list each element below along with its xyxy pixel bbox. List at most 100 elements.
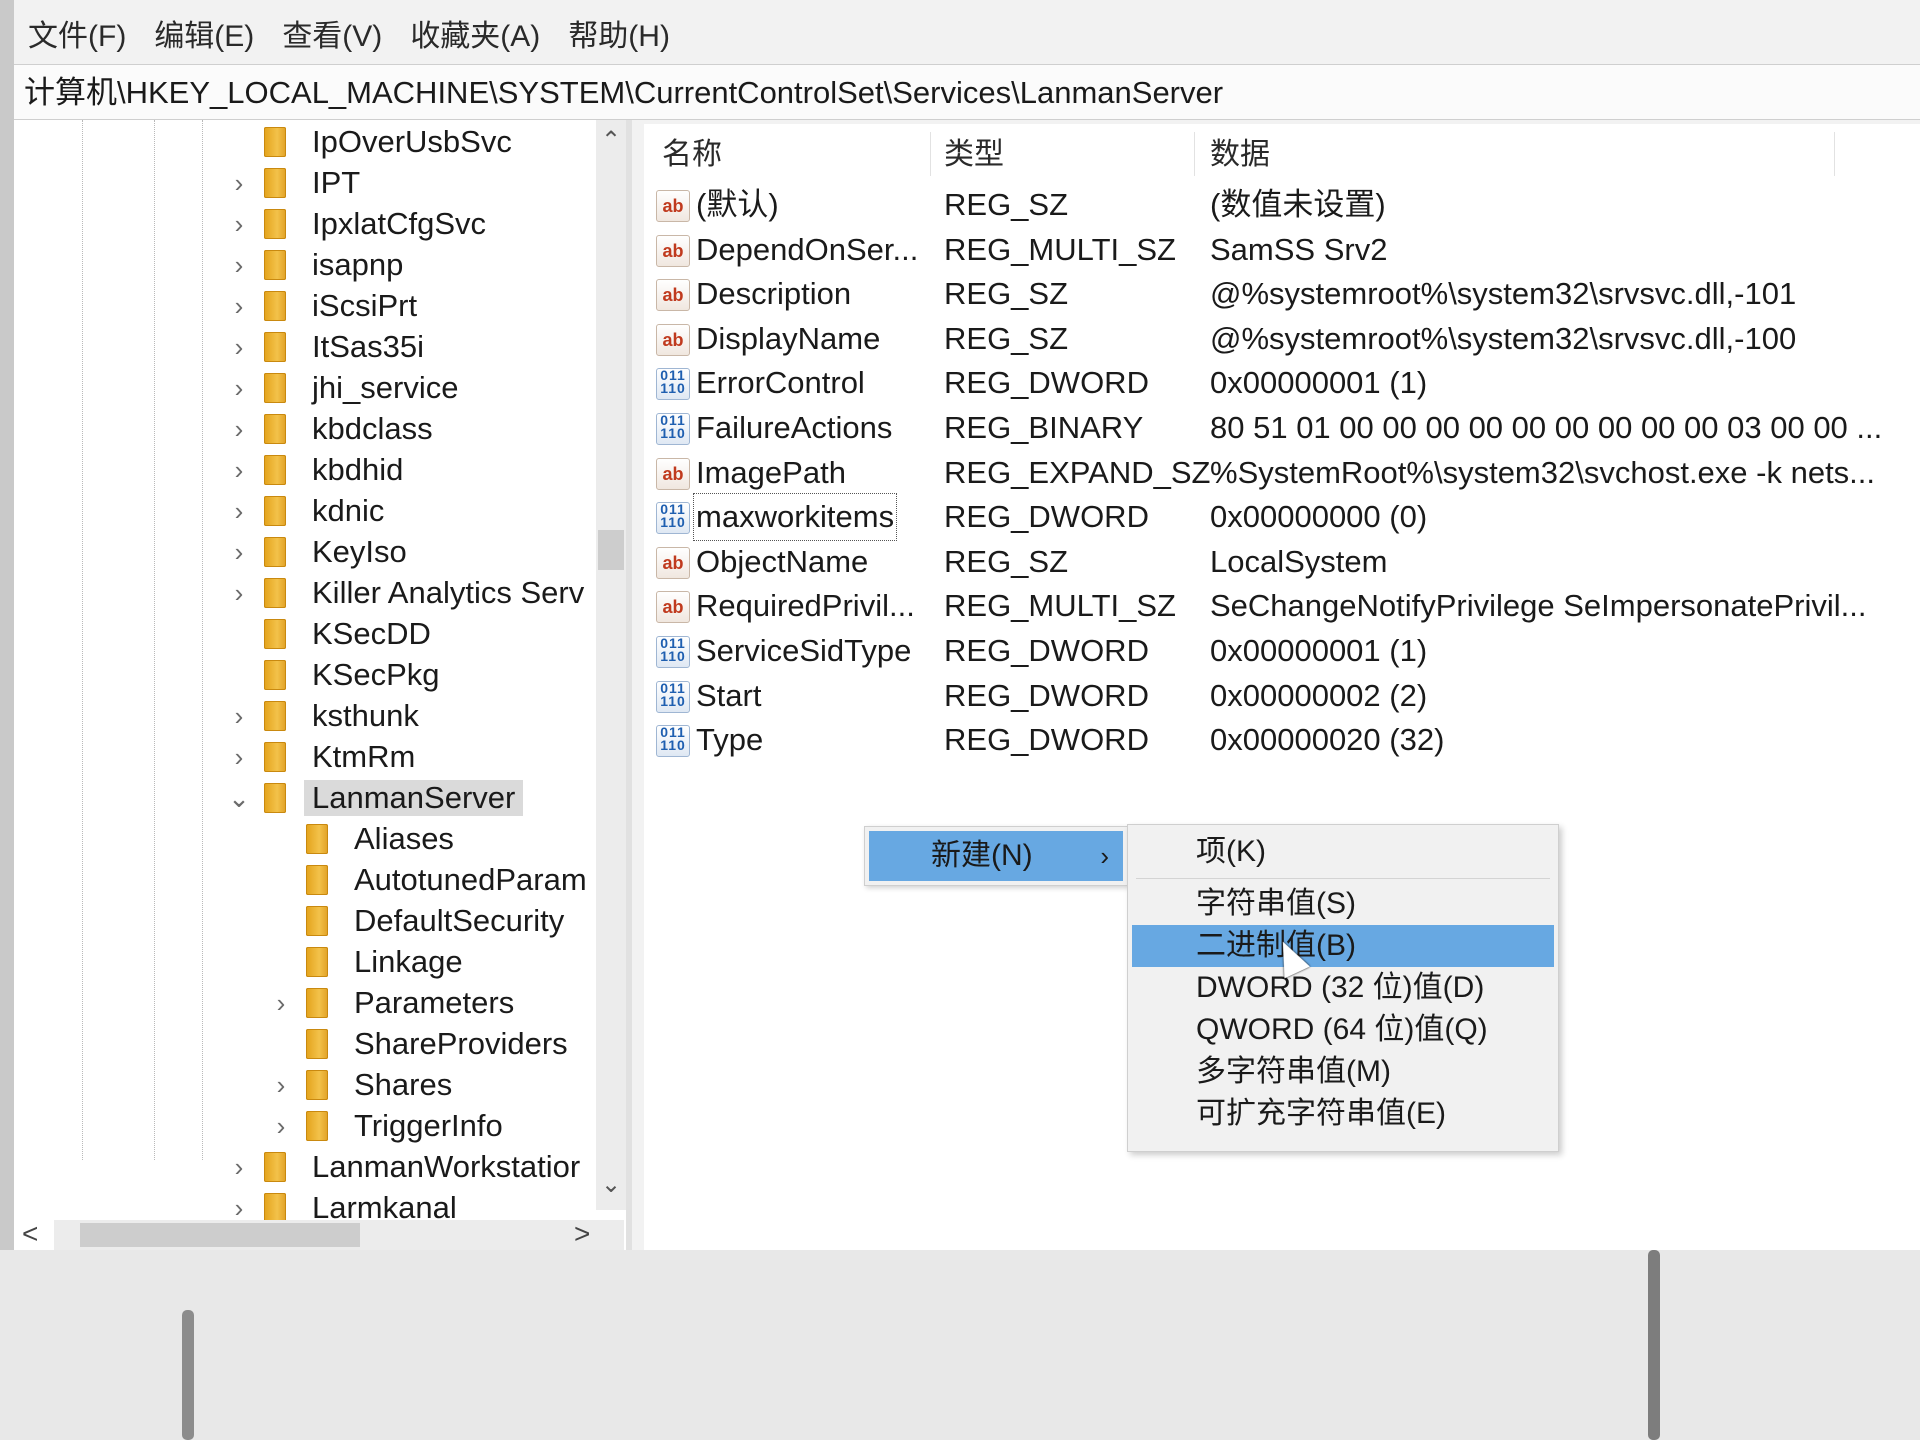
scroll-left-icon[interactable]: < [22, 1218, 38, 1250]
tree-item[interactable]: › TriggerInfo [268, 1106, 503, 1146]
tree-item[interactable]: IpOverUsbSvc [226, 122, 512, 162]
tree-item[interactable]: › IPT [226, 163, 361, 203]
value-row[interactable]: ab ImagePath REG_EXPAND_SZ %SystemRoot%\sys… [644, 452, 1920, 494]
menu-item-dword-value[interactable]: DWORD (32 位)值(D) [1132, 967, 1554, 1009]
menu-item-qword-value[interactable]: QWORD (64 位)值(Q) [1132, 1009, 1554, 1051]
key-tree-pane[interactable]: IpOverUsbSvc › IPT › IpxlatCfgSvc › isapnp › iSc… [14, 120, 632, 1250]
tree-item[interactable]: › iScsiPrt [226, 286, 417, 326]
value-row[interactable]: ab Description REG_SZ @%systemroot%\system3… [644, 273, 1920, 315]
menu-item-string-value[interactable]: 字符串值(S) [1132, 883, 1554, 925]
expand-chevron-icon[interactable]: › [268, 1070, 294, 1101]
tree-item[interactable]: › jhi_service [226, 368, 459, 408]
menu-view[interactable]: 查看(V) [282, 11, 382, 55]
expand-chevron-icon[interactable]: › [268, 988, 294, 1019]
folder-icon [306, 824, 328, 854]
new-submenu: 项(K) 字符串值(S) 二进制值(B) DWORD (32 位)值(D) QWORD … [1127, 824, 1559, 1152]
value-name: DependOnSer... [696, 231, 919, 267]
menu-separator [1136, 878, 1550, 879]
tree-item[interactable]: Linkage [268, 942, 463, 982]
tree-item[interactable]: KSecDD [226, 614, 431, 654]
value-row[interactable]: 011 110 maxworkitems REG_DWORD 0x00000000 (0… [644, 493, 1920, 542]
expand-chevron-icon[interactable]: › [226, 1193, 252, 1224]
expand-chevron-icon[interactable]: › [226, 742, 252, 773]
expand-chevron-icon[interactable]: › [226, 414, 252, 445]
scroll-thumb[interactable] [80, 1223, 360, 1247]
menu-item-binary-value[interactable]: 二进制值(B) [1132, 925, 1554, 967]
menu-file[interactable]: 文件(F) [28, 11, 126, 55]
menu-edit[interactable]: 编辑(E) [154, 11, 254, 55]
tree-horizontal-scrollbar[interactable]: < > [22, 1218, 624, 1250]
column-header-name[interactable]: 名称 [662, 130, 722, 180]
menu-item-label: 新建(N) [931, 839, 1033, 872]
folder-icon [306, 1070, 328, 1100]
address-bar[interactable]: 计算机\HKEY_LOCAL_MACHINE\SYSTEM\CurrentCon… [14, 64, 1920, 120]
tree-item[interactable]: › kbdhid [226, 450, 404, 490]
expand-chevron-icon[interactable]: › [226, 701, 252, 732]
column-header-data[interactable]: 数据 [1210, 130, 1270, 180]
expand-chevron-icon[interactable]: › [226, 291, 252, 322]
menu-item-multi-string-value[interactable]: 多字符串值(M) [1132, 1051, 1554, 1093]
tree-vertical-scrollbar[interactable]: ⌃ ⌄ [596, 120, 626, 1210]
tree-item[interactable]: DefaultSecurity [268, 901, 564, 941]
tree-item-label: LanmanServer [304, 780, 524, 816]
tree-item[interactable]: AutotunedParam [268, 860, 587, 900]
tree-item[interactable]: › ItSas35i [226, 327, 424, 367]
tree-item[interactable]: › ksthunk [226, 696, 419, 736]
value-row[interactable]: 011 110 ErrorControl REG_DWORD 0x00000001 (1… [644, 362, 1920, 404]
tree-item[interactable]: › kbdclass [226, 409, 433, 449]
menu-item-key[interactable]: 项(K) [1132, 831, 1554, 873]
tree-item[interactable]: › kdnic [226, 491, 385, 531]
tree-item[interactable]: › Parameters [268, 983, 515, 1023]
value-name: (默认) [696, 187, 779, 222]
scroll-thumb[interactable] [598, 530, 624, 570]
menu-item-label: 字符串值(S) [1196, 887, 1356, 920]
expand-chevron-icon[interactable]: › [226, 332, 252, 363]
tree-item[interactable]: › isapnp [226, 245, 404, 285]
expand-chevron-icon[interactable]: › [226, 537, 252, 568]
folder-icon [306, 906, 328, 936]
value-row[interactable]: ab RequiredPrivil... REG_MULTI_SZ SeChangeN… [644, 585, 1920, 627]
expand-chevron-icon[interactable]: › [226, 250, 252, 281]
value-row[interactable]: ab (默认) REG_SZ (数值未设置) [644, 184, 1920, 226]
value-row[interactable]: 011 110 ServiceSidType REG_DWORD 0x00000001 … [644, 630, 1920, 672]
expand-chevron-icon[interactable]: › [226, 209, 252, 240]
tree-item[interactable]: › KeyIso [226, 532, 407, 572]
menu-help[interactable]: 帮助(H) [568, 11, 670, 55]
value-row[interactable]: 011 110 Type REG_DWORD 0x00000020 (32) [644, 719, 1920, 761]
scroll-right-icon[interactable]: > [574, 1218, 590, 1250]
tree-item[interactable]: › IpxlatCfgSvc [226, 204, 486, 244]
value-row[interactable]: ab DependOnSer... REG_MULTI_SZ SamSS Srv2 [644, 229, 1920, 271]
tree-item[interactable]: ⌄ LanmanServer [226, 778, 524, 818]
scroll-down-icon[interactable]: ⌄ [596, 1170, 626, 1199]
menu-item-expandable-string-value[interactable]: 可扩充字符串值(E) [1132, 1093, 1554, 1135]
column-divider[interactable] [1194, 132, 1195, 176]
tree-item[interactable]: › Killer Analytics Serv [226, 573, 585, 613]
expand-chevron-icon[interactable]: › [226, 373, 252, 404]
collapse-chevron-icon[interactable]: ⌄ [226, 783, 252, 814]
value-row[interactable]: 011 110 FailureActions REG_BINARY 80 51 01 0… [644, 407, 1920, 449]
tree-item[interactable]: ShareProviders [268, 1024, 568, 1064]
scroll-up-icon[interactable]: ⌃ [596, 126, 626, 155]
value-row[interactable]: ab ObjectName REG_SZ LocalSystem [644, 541, 1920, 583]
tree-item[interactable]: › KtmRm [226, 737, 416, 777]
menu-favorites[interactable]: 收藏夹(A) [410, 11, 540, 55]
value-row[interactable]: ab DisplayName REG_SZ @%systemroot%\system3… [644, 318, 1920, 360]
tree-item[interactable]: › LanmanWorkstatior [226, 1147, 581, 1187]
tree-item[interactable]: › Shares [268, 1065, 453, 1105]
tree-item[interactable]: Aliases [268, 819, 454, 859]
menu-item-new[interactable]: 新建(N) › [869, 831, 1123, 881]
expand-chevron-icon[interactable]: › [268, 1111, 294, 1142]
column-header-type[interactable]: 类型 [944, 130, 1004, 180]
submenu-arrow-icon: › [1100, 841, 1109, 871]
folder-icon [264, 209, 286, 239]
column-divider[interactable] [1834, 132, 1835, 176]
column-divider[interactable] [930, 132, 931, 176]
expand-chevron-icon[interactable]: › [226, 168, 252, 199]
expand-chevron-icon[interactable]: › [226, 496, 252, 527]
tree-item[interactable]: KSecPkg [226, 655, 440, 695]
value-row[interactable]: 011 110 Start REG_DWORD 0x00000002 (2) [644, 675, 1920, 717]
value-type: REG_DWORD [944, 365, 1149, 401]
expand-chevron-icon[interactable]: › [226, 578, 252, 609]
expand-chevron-icon[interactable]: › [226, 1152, 252, 1183]
expand-chevron-icon[interactable]: › [226, 455, 252, 486]
